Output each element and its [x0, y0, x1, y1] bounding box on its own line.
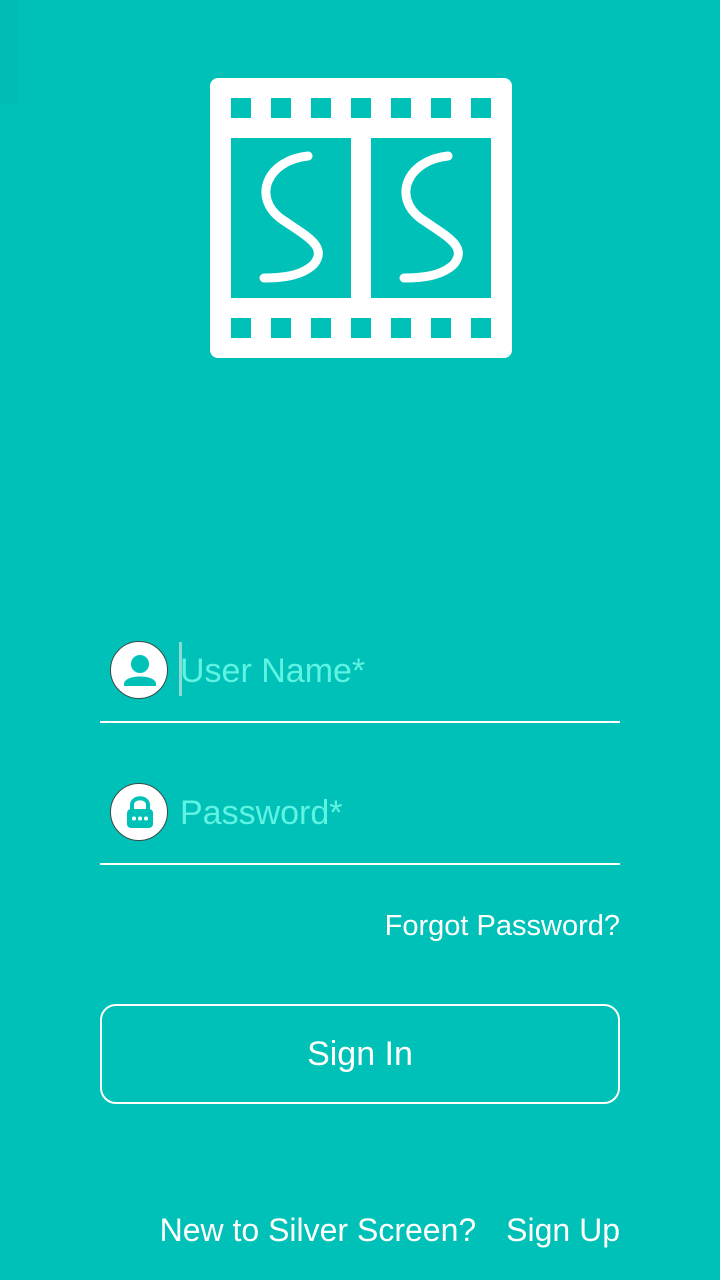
forgot-password-link[interactable]: Forgot Password?: [385, 910, 620, 943]
app-logo: [210, 78, 512, 358]
lock-icon: [110, 783, 168, 841]
password-field[interactable]: [100, 783, 620, 865]
password-input[interactable]: [180, 789, 610, 837]
user-icon: [110, 641, 168, 699]
signup-prompt: New to Silver Screen?: [159, 1212, 477, 1248]
signup-footer: New to Silver Screen? Sign Up: [160, 1212, 620, 1249]
username-input[interactable]: [180, 647, 610, 695]
film-strip-icon: [210, 78, 512, 358]
sign-up-link[interactable]: Sign Up: [506, 1212, 620, 1248]
username-field[interactable]: [100, 641, 620, 723]
corner-shade: [0, 0, 18, 104]
sign-in-button[interactable]: Sign In: [100, 1004, 620, 1104]
